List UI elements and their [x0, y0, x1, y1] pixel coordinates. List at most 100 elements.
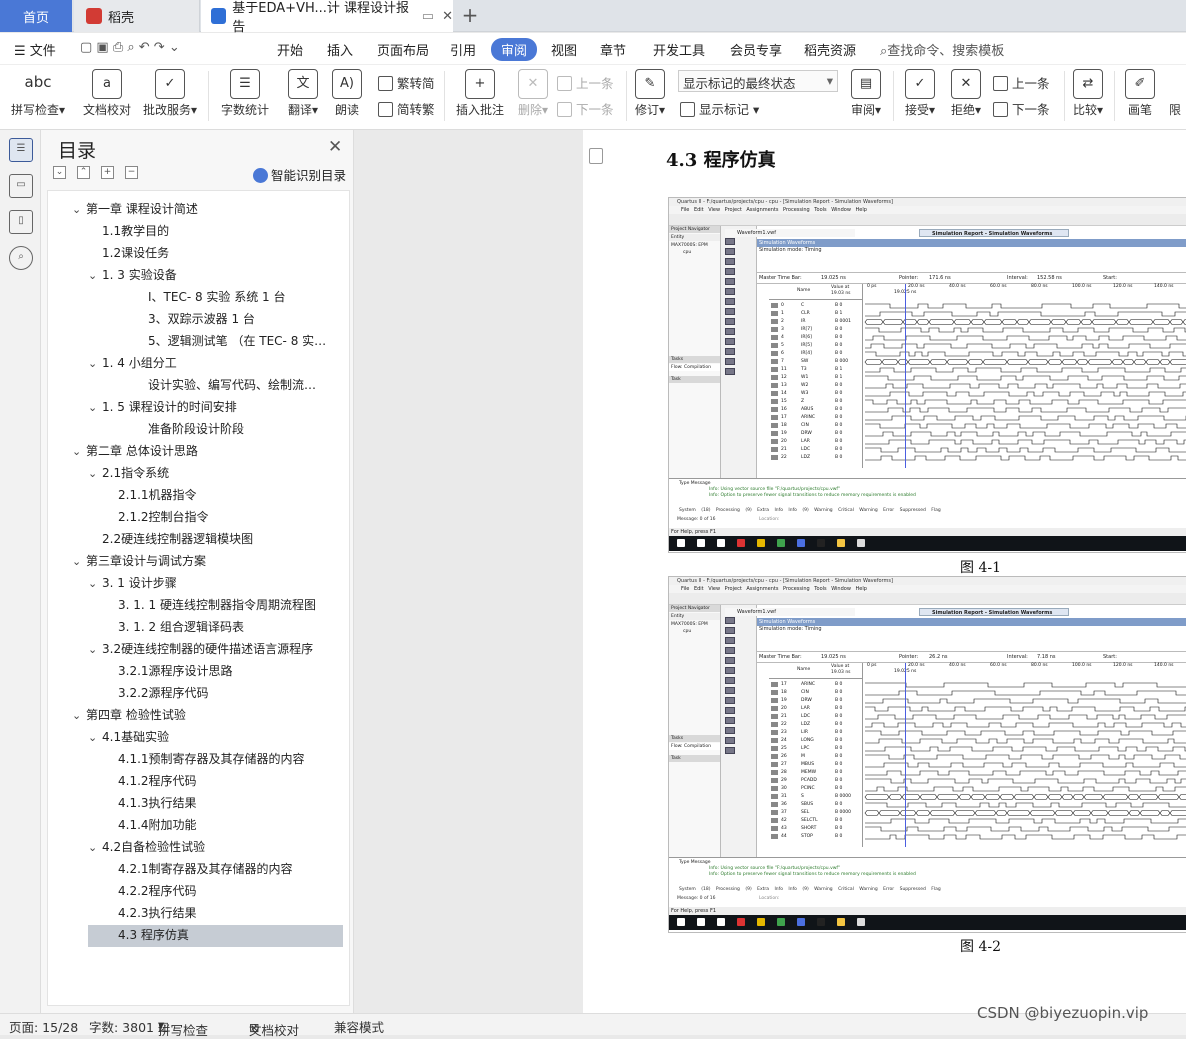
toc-item[interactable]: 1.1教学目的	[102, 221, 169, 241]
waveform-tab[interactable]: Waveform1.vwf	[725, 608, 855, 616]
toc-item[interactable]: ⌄ 第一章 课程设计简述	[72, 199, 198, 219]
message-tabs[interactable]: System (18) Processing (9) Extra Info In…	[679, 887, 941, 892]
taskbar-app-icon[interactable]	[737, 918, 745, 926]
markup-state-select[interactable]: 显示标记的最终状态 ▾	[678, 70, 838, 92]
tool-icon[interactable]	[725, 328, 735, 335]
signal-row[interactable]: 36 SBUS B 0	[769, 801, 863, 809]
signal-row[interactable]: 37 SEL B 0000	[769, 809, 863, 817]
word-count-button[interactable]: ☰ 字数统计	[214, 69, 276, 123]
signal-row[interactable]: 18 CIN B 0	[769, 689, 863, 697]
trad-to-simp-button[interactable]: 繁转简	[378, 73, 435, 92]
tab-monitor-icon[interactable]: ▭	[422, 9, 434, 24]
signal-row[interactable]: 25 LPC B 0	[769, 745, 863, 753]
close-icon[interactable]: ✕	[328, 137, 342, 157]
signal-row[interactable]: 18 CIN B 0	[769, 422, 863, 430]
report-tab[interactable]: Simulation Report - Simulation Waveforms	[919, 229, 1069, 237]
chevron-down-icon[interactable]: ⌄	[88, 354, 102, 373]
signal-row[interactable]: 12 W1 B 1	[769, 374, 863, 382]
taskbar-app-icon[interactable]	[857, 918, 865, 926]
chevron-down-icon[interactable]: ⌄	[88, 574, 102, 593]
tool-icon[interactable]	[725, 637, 735, 644]
signal-row[interactable]: 43 SHORT B 0	[769, 825, 863, 833]
signal-row[interactable]: 22 LDZ B 0	[769, 454, 863, 462]
spell-check-button[interactable]: abc 拼写检查▾	[6, 69, 70, 123]
next-change-button[interactable]: 下一条	[993, 99, 1050, 118]
tool-icon[interactable]	[725, 617, 735, 624]
chevron-down-icon[interactable]: ⌄	[72, 442, 86, 461]
signal-row[interactable]: 30 PCINC B 0	[769, 785, 863, 793]
flow-select[interactable]: Flow: Compilation	[669, 743, 720, 750]
signal-row[interactable]: 24 LONG B 0	[769, 737, 863, 745]
menu-daoke-resource[interactable]: 稻壳资源	[804, 40, 856, 59]
file-menu[interactable]: ☰ 文件	[14, 40, 56, 59]
review-button[interactable]: ▤ 审阅▾	[844, 69, 888, 123]
menu-view[interactable]: 视图	[551, 40, 577, 59]
expand-icon[interactable]: ⌃	[77, 166, 90, 179]
menu-reference[interactable]: 引用	[450, 40, 476, 59]
taskbar-app-icon[interactable]	[717, 539, 725, 547]
tool-icon[interactable]	[725, 657, 735, 664]
tool-icon[interactable]	[725, 278, 735, 285]
toc-item[interactable]: 3. 1. 1 硬连线控制器指令周期流程图	[118, 595, 316, 615]
signal-row[interactable]: 31 S B 0000	[769, 793, 863, 801]
toc-item[interactable]: 4.2.1制寄存器及其存储器的内容	[118, 859, 293, 879]
toc-item[interactable]: 4.1.2程序代码	[118, 771, 197, 791]
toc-item[interactable]: ⌄ 4.1基础实验	[88, 727, 169, 747]
taskbar-app-icon[interactable]	[737, 539, 745, 547]
tool-icon[interactable]	[725, 697, 735, 704]
toc-item[interactable]: 2.2硬连线控制器逻辑模块图	[102, 529, 253, 549]
signal-row[interactable]: 17 ARINC B 0	[769, 681, 863, 689]
menu-chapter[interactable]: 章节	[600, 40, 626, 59]
taskbar-app-icon[interactable]	[677, 539, 685, 547]
tool-icon[interactable]	[725, 338, 735, 345]
tool-icon[interactable]	[725, 717, 735, 724]
quick-access-icons[interactable]: ▢ ▣ ⎙ ⌕ ↶ ↷ ⌄	[80, 40, 180, 55]
flow-select[interactable]: Flow: Compilation	[669, 364, 720, 371]
toc-item[interactable]: 3. 1. 2 组合逻辑译码表	[118, 617, 244, 637]
taskbar-app-icon[interactable]	[697, 539, 705, 547]
tool-icon[interactable]	[725, 348, 735, 355]
remove-heading-icon[interactable]: −	[125, 166, 138, 179]
toc-item[interactable]: ⌄ 4.2自备检验性试验	[88, 837, 205, 857]
signal-row[interactable]: 21 LDC B 0	[769, 713, 863, 721]
toc-item[interactable]: ⌄ 1. 3 实验设备	[88, 265, 177, 285]
tool-icon[interactable]	[725, 727, 735, 734]
signal-row[interactable]: 29 PCADD B 0	[769, 777, 863, 785]
annotate-service-button[interactable]: ✓ 批改服务▾	[138, 69, 202, 123]
toc-item[interactable]: 3.2.1源程序设计思路	[118, 661, 233, 681]
chevron-down-icon[interactable]: ⌄	[88, 728, 102, 747]
delete-comment-button[interactable]: ✕ 删除▾	[510, 69, 556, 123]
signal-row[interactable]: 11 T3 B 1	[769, 366, 863, 374]
taskbar-app-icon[interactable]	[697, 918, 705, 926]
smart-toc-button[interactable]: 智能识别目录	[253, 165, 346, 184]
signal-row[interactable]: 21 LDC B 0	[769, 446, 863, 454]
menu-page-layout[interactable]: 页面布局	[377, 40, 429, 59]
page-indicator[interactable]: 页面: 15/28	[9, 1017, 78, 1036]
find-icon[interactable]: ⌕	[9, 246, 33, 270]
toc-item[interactable]: ⌄ 3. 1 设计步骤	[88, 573, 177, 593]
tool-icon[interactable]	[725, 677, 735, 684]
signal-row[interactable]: 17 ARINC B 0	[769, 414, 863, 422]
reject-button[interactable]: ✕ 拒绝▾	[944, 69, 988, 123]
tool-icon[interactable]	[725, 667, 735, 674]
new-tab-button[interactable]: +	[458, 4, 482, 28]
collapse-all-icon[interactable]: ⌄	[53, 166, 66, 179]
next-comment-button[interactable]: 下一条	[557, 99, 614, 118]
add-heading-icon[interactable]: +	[101, 166, 114, 179]
signal-row[interactable]: 44 STOP B 0	[769, 833, 863, 841]
chevron-down-icon[interactable]: ⌄	[88, 640, 102, 659]
toc-item[interactable]: 1.2课设任务	[102, 243, 169, 263]
taskbar-app-icon[interactable]	[757, 918, 765, 926]
signal-row[interactable]: 22 LDZ B 0	[769, 721, 863, 729]
signal-row[interactable]: 1 CLR B 1	[769, 310, 863, 318]
taskbar-app-icon[interactable]	[757, 539, 765, 547]
toc-item[interactable]: 5、逻辑测试笔 （在 TEC- 8 实验系统上）	[148, 331, 328, 351]
tool-icon[interactable]	[725, 268, 735, 275]
taskbar-app-icon[interactable]	[717, 918, 725, 926]
chapter-nav-icon[interactable]: ▭	[9, 174, 33, 198]
prev-comment-button[interactable]: 上一条	[557, 73, 614, 92]
pen-button[interactable]: ✐ 画笔	[1118, 69, 1162, 123]
toc-item[interactable]: 4.3 程序仿真	[118, 925, 189, 945]
chevron-down-icon[interactable]: ⌄	[72, 200, 86, 219]
limit-button[interactable]: 限	[1164, 69, 1186, 123]
